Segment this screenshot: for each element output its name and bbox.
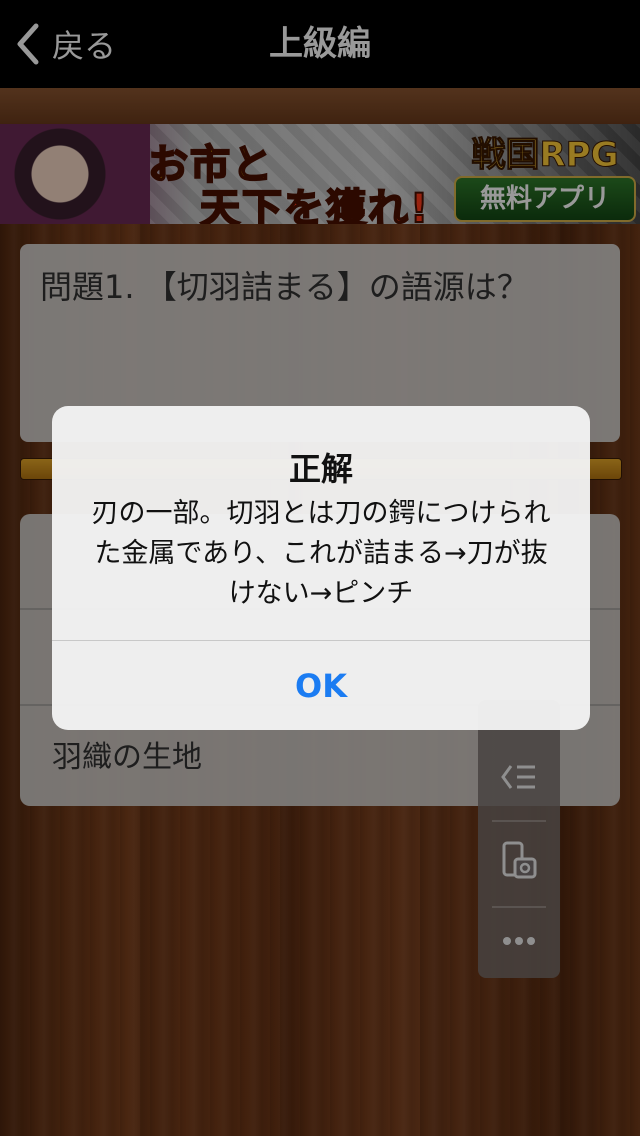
alert-message-line-2: た金属であり、これが詰まる→刀が抜 xyxy=(94,538,548,569)
ok-button[interactable]: OK xyxy=(52,642,590,730)
alert-divider xyxy=(52,640,590,641)
alert-title: 正解 xyxy=(288,450,353,488)
alert-message-line-3: けない→ピンチ xyxy=(228,578,414,609)
result-alert-dialog: 正解 刃の一部。切羽とは刀の鍔につけられ た金属であり、これが詰まる→刀が抜 け… xyxy=(52,406,590,730)
alert-message: 刃の一部。切羽とは刀の鍔につけられ た金属であり、これが詰まる→刀が抜 けない→… xyxy=(82,494,560,614)
alert-message-line-1: 刃の一部。切羽とは刀の鍔につけられ xyxy=(91,498,551,529)
